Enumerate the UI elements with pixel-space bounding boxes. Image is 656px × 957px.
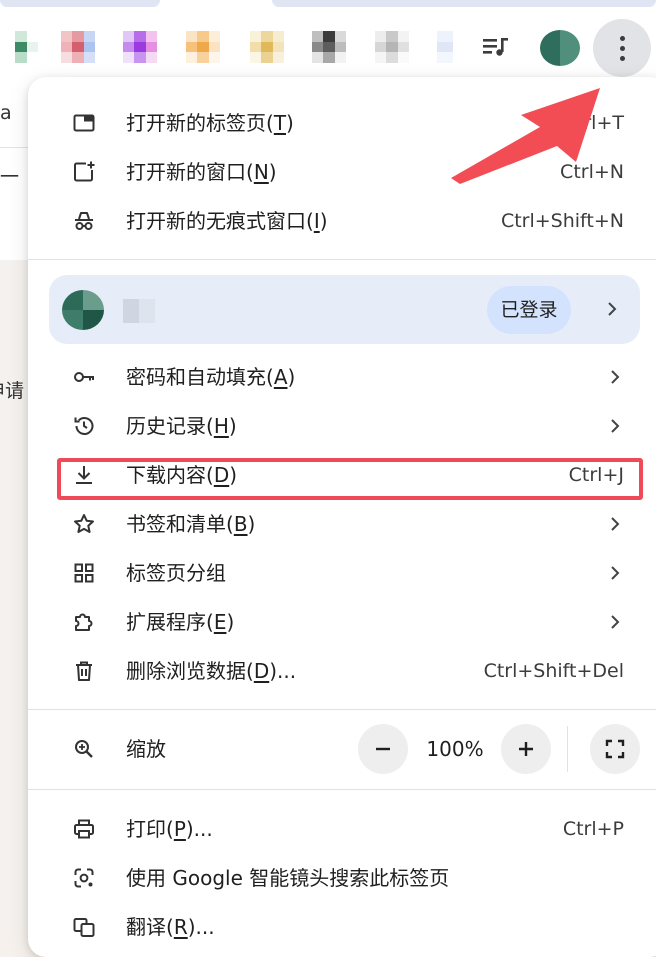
menu-separator bbox=[28, 709, 656, 710]
menu-item-shortcut: Ctrl+Shift+N bbox=[500, 210, 624, 232]
minus-icon bbox=[376, 747, 390, 751]
plus-icon bbox=[519, 742, 533, 756]
accelerator-key: I bbox=[313, 209, 320, 233]
menu-item-bookmarks[interactable]: 书签和清单(B) bbox=[28, 500, 656, 548]
zoom-label: 缩放 bbox=[126, 737, 166, 761]
chevron-right-icon bbox=[611, 370, 620, 384]
zoom-icon bbox=[75, 740, 93, 758]
profile-name-redacted bbox=[123, 299, 155, 323]
zoom-value: 100% bbox=[426, 737, 484, 761]
chevron-right-icon bbox=[608, 302, 617, 316]
zoom-divider bbox=[567, 726, 568, 772]
menu-item-label: 打开新的无痕式窗口(I) bbox=[126, 209, 328, 233]
page-fragment: a bbox=[0, 102, 12, 124]
page-fragment: 一 bbox=[0, 166, 20, 188]
history-icon bbox=[74, 417, 94, 435]
profile-row[interactable]: 已登录 bbox=[49, 275, 640, 344]
menu-item-shortcut: Ctrl+P bbox=[562, 818, 624, 840]
incognito-icon bbox=[75, 212, 93, 230]
menu-item-label: 密码和自动填充(A) bbox=[126, 365, 296, 389]
chevron-right-icon bbox=[611, 615, 620, 629]
translate-icon bbox=[73, 918, 95, 937]
menu-item-extensions[interactable]: 扩展程序(E) bbox=[28, 598, 656, 646]
extension-icon-3[interactable] bbox=[123, 31, 157, 63]
menu-item-label: 打开新的窗口(N) bbox=[126, 160, 277, 184]
chevron-right-icon bbox=[611, 566, 620, 580]
menu-item-google-lens[interactable]: 使用 Google 智能镜头搜索此标签页 bbox=[28, 854, 656, 902]
kebab-dot bbox=[619, 35, 625, 41]
accelerator-key: B bbox=[233, 512, 248, 536]
zoom-in-button[interactable] bbox=[501, 724, 551, 774]
accelerator-key: N bbox=[253, 160, 269, 184]
chevron-right-icon bbox=[611, 517, 620, 531]
menu-item-tab-groups[interactable]: 标签页分组 bbox=[28, 549, 656, 597]
extension-icon-2[interactable] bbox=[61, 31, 95, 63]
accelerator-key: R bbox=[173, 915, 188, 939]
accelerator-key: T bbox=[273, 111, 287, 135]
extension-icon-5[interactable] bbox=[250, 31, 284, 63]
accelerator-key: A bbox=[273, 365, 288, 389]
key-icon bbox=[74, 372, 94, 382]
menu-item-label: 标签页分组 bbox=[126, 561, 226, 585]
menu-item-label: 删除浏览数据(D)... bbox=[126, 659, 297, 683]
page-divider bbox=[0, 147, 30, 148]
extension-icon-7[interactable] bbox=[375, 31, 409, 63]
menu-item-label: 书签和清单(B) bbox=[126, 512, 256, 536]
print-icon bbox=[74, 819, 94, 839]
background-page: a 一 申请 bbox=[0, 92, 30, 928]
menu-item-print[interactable]: 打印(P)... Ctrl+P bbox=[28, 805, 656, 853]
menu-item-label: 使用 Google 智能镜头搜索此标签页 bbox=[126, 866, 450, 890]
menu-item-label: 打印(P)... bbox=[126, 817, 213, 841]
more-menu-button[interactable] bbox=[593, 19, 651, 77]
tab-strip-edge bbox=[0, 0, 160, 7]
zoom-row: 缩放 bbox=[28, 725, 656, 773]
star-icon bbox=[74, 514, 94, 533]
highlight-box bbox=[57, 458, 643, 500]
accelerator-key: H bbox=[213, 414, 229, 438]
profile-avatar[interactable] bbox=[540, 30, 580, 66]
menu-item-incognito[interactable]: 打开新的无痕式窗口(I) Ctrl+Shift+N bbox=[28, 197, 656, 245]
profile-avatar bbox=[62, 290, 104, 330]
extension-icon bbox=[75, 613, 93, 631]
menu-item-passwords[interactable]: 密码和自动填充(A) bbox=[28, 353, 656, 401]
menu-item-label: 历史记录(H) bbox=[126, 414, 237, 438]
kebab-dot bbox=[619, 45, 625, 51]
extension-icon-8[interactable] bbox=[437, 31, 453, 63]
new-tab-icon bbox=[73, 114, 95, 132]
extension-icon-4[interactable] bbox=[186, 31, 220, 63]
page-fragment: 申请 bbox=[0, 380, 25, 402]
trash-icon bbox=[76, 661, 92, 681]
menu-separator bbox=[28, 259, 656, 260]
new-window-icon bbox=[74, 161, 95, 182]
accelerator-key: P bbox=[173, 817, 186, 841]
fullscreen-button[interactable] bbox=[590, 724, 640, 774]
menu-item-label: 扩展程序(E) bbox=[126, 610, 235, 634]
media-queue-icon[interactable] bbox=[480, 34, 512, 58]
menu-item-label: 翻译(R)... bbox=[126, 915, 215, 939]
extension-icon-1[interactable] bbox=[4, 31, 38, 63]
chevron-right-icon bbox=[611, 419, 620, 433]
menu-item-label: 打开新的标签页(T) bbox=[126, 111, 294, 135]
page-lower-area bbox=[0, 260, 30, 928]
menu-separator bbox=[28, 789, 656, 790]
tab-groups-icon bbox=[74, 563, 94, 583]
menu-item-history[interactable]: 历史记录(H) bbox=[28, 402, 656, 450]
zoom-out-button[interactable] bbox=[358, 724, 408, 774]
signed-in-badge: 已登录 bbox=[487, 286, 571, 334]
accelerator-key: D bbox=[253, 659, 270, 683]
accelerator-key: E bbox=[213, 610, 227, 634]
menu-item-shortcut: Ctrl+Shift+Del bbox=[483, 660, 624, 682]
annotation-arrow-icon bbox=[451, 88, 600, 184]
tab-strip-edge bbox=[272, 0, 656, 7]
menu-item-translate[interactable]: 翻译(R)... bbox=[28, 903, 656, 951]
fullscreen-icon bbox=[605, 739, 625, 759]
kebab-dot bbox=[619, 55, 625, 61]
menu-item-clear-browsing-data[interactable]: 删除浏览数据(D)... Ctrl+Shift+Del bbox=[28, 647, 656, 695]
google-lens-icon bbox=[74, 868, 94, 888]
extension-icon-6[interactable] bbox=[312, 31, 346, 63]
